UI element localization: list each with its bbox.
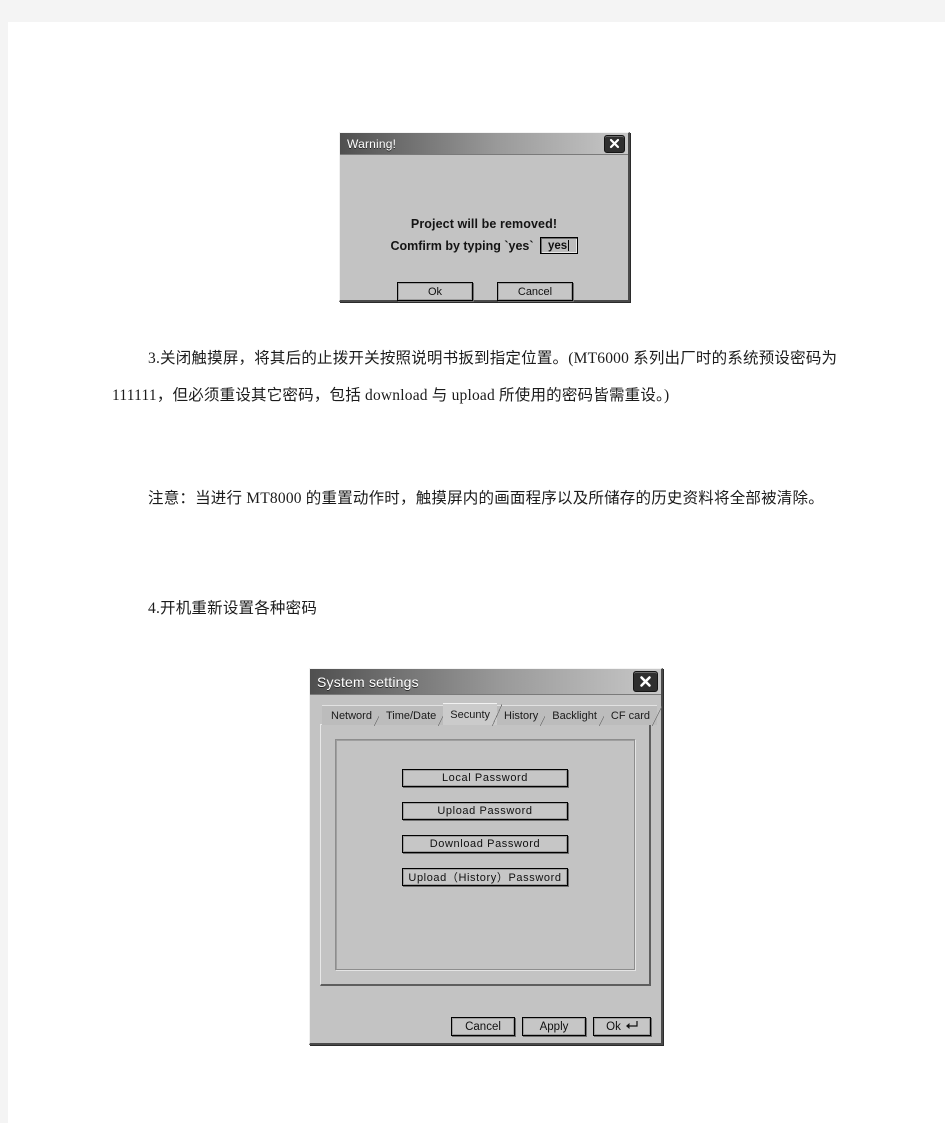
download-password-button[interactable]: Download Password bbox=[402, 835, 568, 853]
tab-netword-label: Netword bbox=[331, 709, 372, 722]
tab-history-label: History bbox=[504, 709, 539, 722]
settings-ok-inner: Ok bbox=[594, 1018, 650, 1035]
download-password-label: Download Password bbox=[403, 836, 567, 852]
tab-cf-card-label: CF card bbox=[610, 709, 651, 722]
paragraph-note: 注意：当进行 MT8000 的重置动作时，触摸屏内的画面程序以及所储存的历史资料… bbox=[148, 490, 824, 507]
confirm-input-value: yes bbox=[547, 239, 568, 252]
warning-ok-button[interactable]: Ok bbox=[397, 282, 473, 301]
warning-message-line2: Comfirm by typing `yes` bbox=[390, 238, 534, 253]
warning-dialog-body: Project will be removed! Comfirm by typi… bbox=[340, 155, 628, 301]
close-icon[interactable] bbox=[604, 134, 625, 153]
system-settings-titlebar: System settings bbox=[310, 669, 661, 695]
warning-dialog: Warning! Project will be removed! Comfir… bbox=[339, 132, 630, 302]
warning-dialog-titlebar: Warning! bbox=[340, 133, 628, 155]
upload-history-password-label: Upload（History）Password bbox=[403, 869, 567, 885]
tab-netword[interactable]: Netword bbox=[322, 705, 384, 726]
warning-dialog-title: Warning! bbox=[347, 136, 397, 151]
settings-apply-button[interactable]: Apply bbox=[522, 1017, 586, 1036]
upload-history-password-button[interactable]: Upload（History）Password bbox=[402, 868, 568, 886]
tab-cf-card[interactable]: CF card bbox=[603, 705, 663, 726]
local-password-label: Local Password bbox=[403, 770, 567, 786]
warning-cancel-button[interactable]: Cancel bbox=[497, 282, 573, 301]
upload-password-button[interactable]: Upload Password bbox=[402, 802, 568, 820]
settings-apply-label: Apply bbox=[523, 1018, 585, 1035]
warning-cancel-label: Cancel bbox=[498, 283, 572, 300]
system-settings-title: System settings bbox=[317, 673, 419, 690]
system-settings-body: Netword Time/Date Secunty History Backli… bbox=[310, 695, 663, 1043]
settings-ok-label: Ok bbox=[606, 1020, 621, 1033]
security-tab-panel: Local Password Upload Password Download … bbox=[320, 724, 651, 986]
confirm-input[interactable]: yes bbox=[539, 237, 578, 254]
paragraph-step-3: 3.关闭触摸屏，将其后的止拨开关按照说明书扳到指定位置。(MT6000 系列出厂… bbox=[112, 350, 838, 404]
warning-message-line1: Project will be removed! bbox=[410, 217, 558, 231]
tab-security-label: Secunty bbox=[450, 708, 491, 721]
tab-time-date-label: Time/Date bbox=[385, 709, 437, 722]
upload-password-label: Upload Password bbox=[403, 803, 567, 819]
enter-arrow-icon bbox=[625, 1020, 638, 1033]
tab-backlight-label: Backlight bbox=[552, 709, 597, 722]
password-group-box: Local Password Upload Password Download … bbox=[335, 739, 635, 970]
settings-cancel-button[interactable]: Cancel bbox=[451, 1017, 515, 1036]
warning-message-line2-row: Comfirm by typing `yes` yes bbox=[340, 237, 628, 254]
warning-ok-label: Ok bbox=[398, 283, 472, 300]
tab-time-date[interactable]: Time/Date bbox=[378, 705, 449, 726]
paragraph-step-4: 4.开机重新设置各种密码 bbox=[148, 600, 318, 617]
system-settings-dialog: System settings Netword Time/Date Secunt… bbox=[309, 668, 663, 1045]
local-password-button[interactable]: Local Password bbox=[402, 769, 568, 787]
document-page: Warning! Project will be removed! Comfir… bbox=[8, 22, 945, 1123]
close-icon[interactable] bbox=[633, 671, 658, 692]
tab-security[interactable]: Secunty bbox=[443, 703, 502, 726]
settings-cancel-label: Cancel bbox=[452, 1018, 514, 1035]
settings-tab-bar: Netword Time/Date Secunty History Backli… bbox=[320, 703, 663, 726]
settings-ok-button[interactable]: Ok bbox=[593, 1017, 651, 1036]
text-caret bbox=[568, 240, 570, 251]
tab-history[interactable]: History bbox=[497, 705, 551, 726]
tab-backlight[interactable]: Backlight bbox=[545, 705, 609, 726]
settings-footer: Cancel Apply Ok bbox=[451, 1017, 651, 1036]
